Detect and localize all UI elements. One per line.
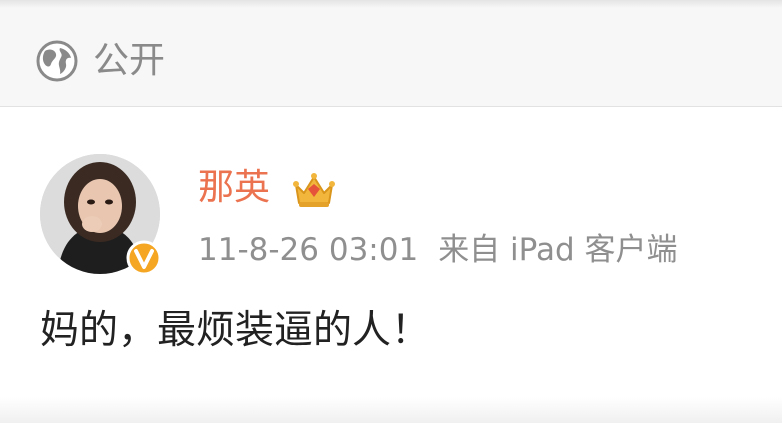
post-source[interactable]: 来自 iPad 客户端	[438, 232, 677, 268]
weibo-post: 那英 11-8-26 03:01 来自 iPad 客户端 妈的，最烦装逼的人！	[0, 107, 782, 423]
crown-icon[interactable]	[292, 171, 336, 209]
bottom-fade	[0, 397, 782, 423]
verified-badge-icon	[126, 240, 162, 276]
post-timestamp[interactable]: 11-8-26 03:01	[198, 232, 418, 268]
visibility-bar[interactable]: 公开	[0, 8, 782, 107]
post-meta: 11-8-26 03:01 来自 iPad 客户端	[198, 229, 677, 271]
globe-icon	[36, 40, 78, 82]
post-text: 妈的，最烦装逼的人！	[40, 308, 431, 353]
top-edge	[0, 0, 782, 8]
author-name[interactable]: 那英	[198, 165, 270, 211]
visibility-label: 公开	[93, 40, 166, 81]
